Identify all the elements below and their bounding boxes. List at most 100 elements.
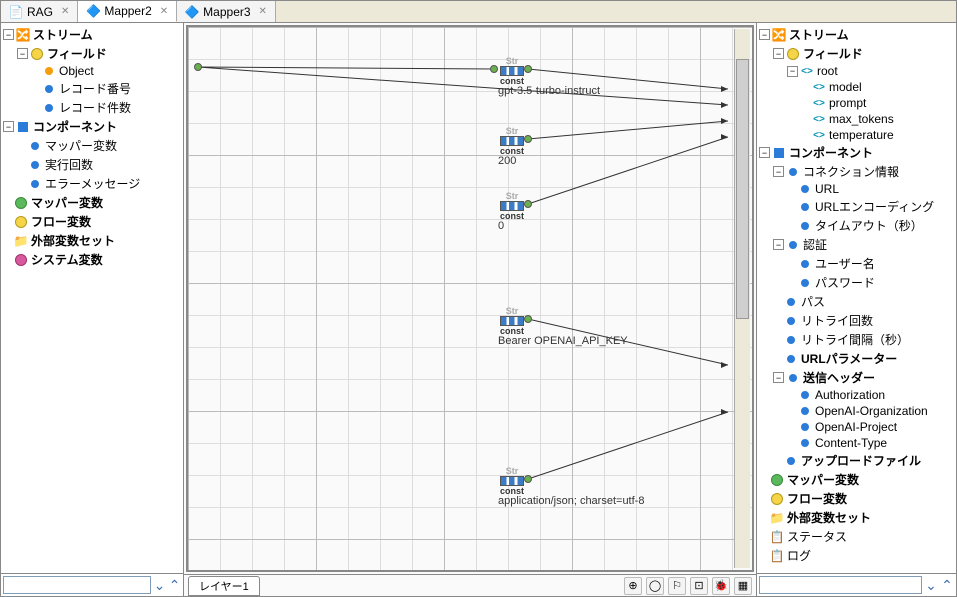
folder-icon: 📁 [14, 234, 28, 248]
tree-node[interactable]: レコード件数 [3, 98, 181, 117]
tree-node[interactable]: <>max_tokens [759, 111, 954, 127]
out-port[interactable] [524, 135, 532, 143]
tab-mapper3[interactable]: 🔷 Mapper3 ✕ [177, 1, 276, 22]
tree-node[interactable]: <>temperature [759, 127, 954, 143]
tree-node[interactable]: OpenAI-Project [759, 419, 954, 435]
tree-node[interactable]: フロー変数 [759, 489, 954, 508]
canvas[interactable]: Str const gpt-3.5-turbo-instruct Str con… [186, 25, 754, 572]
debug-button[interactable]: 🐞 [712, 577, 730, 595]
tree-node[interactable]: OpenAI-Organization [759, 403, 954, 419]
close-icon[interactable]: ✕ [61, 6, 69, 17]
tree-node[interactable]: アップロードファイル [759, 451, 954, 470]
collapse-icon[interactable]: − [773, 372, 784, 383]
tab-mapper2[interactable]: 🔷 Mapper2 ✕ [78, 1, 177, 22]
const-node[interactable]: Str const [498, 127, 526, 156]
filter-input[interactable] [3, 576, 151, 594]
tree-node[interactable]: タイムアウト（秒） [759, 216, 954, 235]
out-port[interactable] [524, 65, 532, 73]
tree-node[interactable]: −コネクション情報 [759, 162, 954, 181]
collapse-icon[interactable]: − [759, 29, 770, 40]
tree-node-auth[interactable]: −認証 [759, 235, 954, 254]
const-node[interactable]: Str const [498, 307, 526, 336]
grid-button[interactable]: ▦ [734, 577, 752, 595]
collapse-icon[interactable]: − [787, 66, 798, 77]
tree-node[interactable]: 📁外部変数セット [759, 508, 954, 527]
const-node[interactable]: Str const [498, 57, 526, 86]
chevron-down-icon[interactable]: ⌄ [924, 577, 938, 594]
input-port[interactable] [194, 63, 202, 71]
tree-node-stream[interactable]: −🔀ストリーム [759, 25, 954, 44]
canvas-bottom-bar: レイヤー1 ⊕ ◯ ⚐ ⊡ 🐞 ▦ [184, 574, 756, 596]
dot-icon [798, 257, 812, 271]
tree-node[interactable]: パスワード [759, 273, 954, 292]
layer-tab[interactable]: レイヤー1 [188, 576, 260, 596]
const-node[interactable]: Str const [498, 192, 526, 221]
tree-node-flow-var[interactable]: フロー変数 [3, 212, 181, 231]
canvas-scrollbar[interactable] [734, 29, 750, 568]
tree-node[interactable]: 📋ステータス [759, 527, 954, 546]
tree-node[interactable]: URLパラメーター [759, 349, 954, 368]
node-value: gpt-3.5-turbo-instruct [498, 85, 600, 97]
node-value: 200 [498, 155, 516, 167]
tree-node[interactable]: マッパー変数 [3, 136, 181, 155]
tree-node[interactable]: エラーメッセージ [3, 174, 181, 193]
collapse-icon[interactable]: − [773, 239, 784, 250]
tree-node-root[interactable]: −<>root [759, 63, 954, 79]
right-tree: −🔀ストリーム −フィールド −<>root <>model <>prompt … [757, 23, 956, 573]
collapse-icon[interactable]: − [759, 147, 770, 158]
scrollbar-thumb[interactable] [736, 59, 749, 319]
tree-node-ext-var[interactable]: 📁外部変数セット [3, 231, 181, 250]
tree-node[interactable]: Authorization [759, 387, 954, 403]
tree-node-sys-var[interactable]: システム変数 [3, 250, 181, 269]
tree-node-field[interactable]: −フィールド [3, 44, 181, 63]
tree-node[interactable]: Content-Type [759, 435, 954, 451]
tree-node[interactable]: パス [759, 292, 954, 311]
const-node[interactable]: Str const [498, 467, 526, 496]
out-port[interactable] [524, 475, 532, 483]
tree-node[interactable]: 実行回数 [3, 155, 181, 174]
tree-node[interactable]: URLエンコーディング [759, 197, 954, 216]
collapse-icon[interactable]: − [773, 48, 784, 59]
tree-node-send-header[interactable]: −送信ヘッダー [759, 368, 954, 387]
tree-node[interactable]: <>model [759, 79, 954, 95]
close-icon[interactable]: ✕ [259, 6, 267, 17]
dot-icon [798, 436, 812, 450]
in-port[interactable] [490, 65, 498, 73]
element-icon: <> [812, 128, 826, 142]
chevron-down-icon[interactable]: ⌄ [153, 577, 166, 594]
add-button[interactable]: ⊕ [624, 577, 642, 595]
dot-icon [784, 314, 798, 328]
tree-node[interactable]: リトライ回数 [759, 311, 954, 330]
tree-node-component[interactable]: −コンポーネント [759, 143, 954, 162]
tree-node-stream[interactable]: −🔀ストリーム [3, 25, 181, 44]
tree-node[interactable]: 📋ログ [759, 546, 954, 565]
out-port[interactable] [524, 315, 532, 323]
tree-node[interactable]: <>prompt [759, 95, 954, 111]
tree-node-field[interactable]: −フィールド [759, 44, 954, 63]
collapse-icon[interactable]: − [3, 29, 14, 40]
str-label: Str [506, 57, 519, 66]
dot-icon [798, 420, 812, 434]
tree-node[interactable]: レコード番号 [3, 79, 181, 98]
tree-node[interactable]: マッパー変数 [759, 470, 954, 489]
note-button[interactable]: ⊡ [690, 577, 708, 595]
filter-input[interactable] [759, 576, 922, 594]
tree-node[interactable]: ユーザー名 [759, 254, 954, 273]
tree-node-component[interactable]: −コンポーネント [3, 117, 181, 136]
tree-node[interactable]: URL [759, 181, 954, 197]
chevron-up-icon[interactable]: ⌃ [940, 577, 954, 594]
close-icon[interactable]: ✕ [160, 6, 168, 17]
chevron-up-icon[interactable]: ⌃ [168, 577, 181, 594]
tree-node-object[interactable]: Object [3, 63, 181, 79]
collapse-icon[interactable]: − [3, 121, 14, 132]
flag-button[interactable]: ⚐ [668, 577, 686, 595]
tree-node[interactable]: リトライ間隔（秒） [759, 330, 954, 349]
out-port[interactable] [524, 200, 532, 208]
collapse-icon[interactable]: − [773, 166, 784, 177]
tab-rag[interactable]: 📄 RAG ✕ [1, 1, 78, 22]
collapse-icon[interactable]: − [17, 48, 28, 59]
str-label: Str [506, 307, 519, 316]
tree-node-mapper-var[interactable]: マッパー変数 [3, 193, 181, 212]
tab-label: Mapper3 [203, 5, 250, 19]
circle-button[interactable]: ◯ [646, 577, 664, 595]
